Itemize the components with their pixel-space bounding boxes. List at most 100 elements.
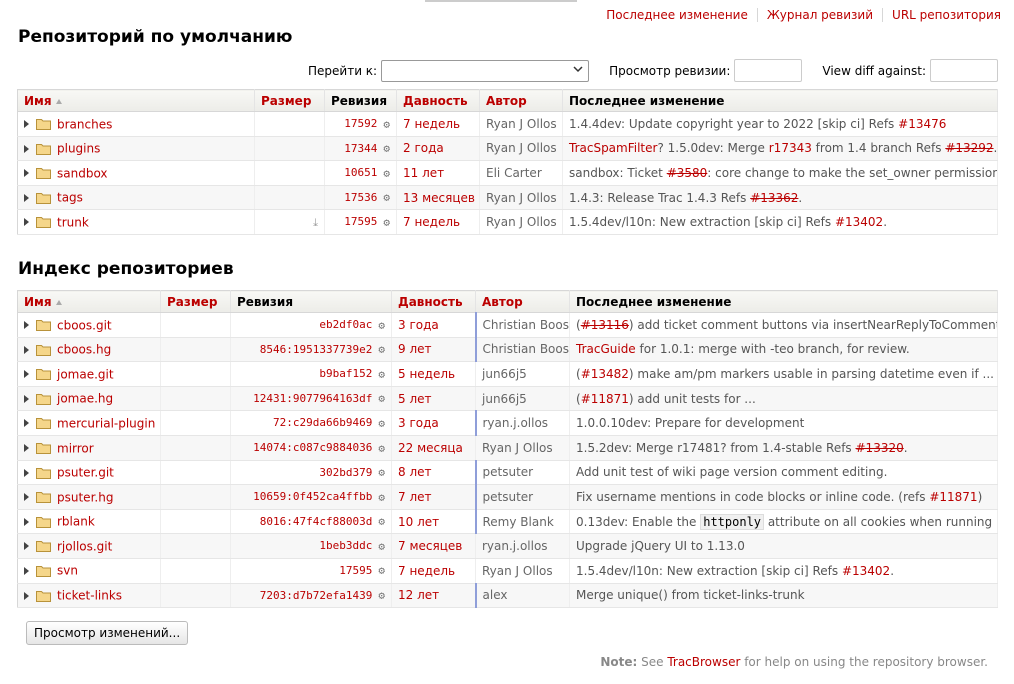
change-link[interactable]: TracSpamFilter: [569, 141, 657, 155]
col-age[interactable]: Давность: [391, 290, 476, 313]
entry-link[interactable]: rjollos.git: [57, 539, 112, 553]
entry-link[interactable]: mirror: [57, 441, 94, 455]
col-author[interactable]: Автор: [475, 290, 570, 313]
age-link[interactable]: 5 недель: [398, 367, 455, 381]
change-link[interactable]: #13476: [898, 117, 946, 131]
age-link[interactable]: 7 недель: [398, 564, 455, 578]
revision-link[interactable]: 8546:1951337739e2: [260, 343, 373, 356]
nav-revision-log[interactable]: Журнал ревизий: [756, 8, 882, 22]
revision-link[interactable]: 17344: [344, 142, 377, 155]
change-link[interactable]: #13320: [856, 441, 904, 455]
view-revision-input[interactable]: [734, 59, 803, 82]
age-link[interactable]: 13 месяцев: [403, 191, 475, 205]
expand-triangle-icon[interactable]: [24, 517, 29, 526]
revision-link[interactable]: 17595: [344, 215, 377, 228]
revision-link[interactable]: 1beb3ddc: [319, 539, 372, 552]
entry-link[interactable]: psuter.git: [57, 466, 114, 480]
download-icon[interactable]: ⤓: [313, 216, 318, 229]
entry-link[interactable]: cboos.git: [57, 318, 112, 332]
col-size[interactable]: Размер: [160, 290, 231, 313]
age-link[interactable]: 3 года: [398, 318, 439, 332]
tracbrowser-link[interactable]: TracBrowser: [667, 655, 740, 669]
change-link[interactable]: #13482: [581, 367, 629, 381]
gear-icon[interactable]: ⚙: [378, 442, 385, 455]
age-link[interactable]: 5 лет: [398, 392, 432, 406]
revision-link[interactable]: 72:c29da66b9469: [273, 416, 372, 429]
expand-triangle-icon[interactable]: [24, 566, 29, 575]
age-link[interactable]: 7 лет: [398, 490, 432, 504]
revision-link[interactable]: 7203:d7b72efa1439: [260, 589, 373, 602]
expand-triangle-icon[interactable]: [24, 193, 29, 202]
age-link[interactable]: 3 года: [398, 416, 439, 430]
age-link[interactable]: 7 недель: [403, 117, 460, 131]
age-link[interactable]: 10 лет: [398, 515, 439, 529]
entry-link[interactable]: trunk: [57, 215, 89, 229]
change-link[interactable]: #13402: [842, 564, 890, 578]
gear-icon[interactable]: ⚙: [383, 167, 390, 180]
expand-triangle-icon[interactable]: [24, 493, 29, 502]
col-age[interactable]: Давность: [396, 89, 480, 112]
expand-triangle-icon[interactable]: [24, 345, 29, 354]
gear-icon[interactable]: ⚙: [383, 142, 390, 155]
change-link[interactable]: #13362: [750, 191, 798, 205]
gear-icon[interactable]: ⚙: [378, 540, 385, 553]
entry-link[interactable]: rblank: [57, 515, 95, 529]
revision-link[interactable]: 12431:9077964163df: [253, 392, 372, 405]
gear-icon[interactable]: ⚙: [378, 319, 385, 332]
goto-select[interactable]: [381, 59, 590, 82]
nav-last-change[interactable]: Последнее изменение: [597, 8, 757, 22]
gear-icon[interactable]: ⚙: [383, 191, 390, 204]
age-link[interactable]: 7 месяцев: [398, 539, 462, 553]
change-link[interactable]: TracGuide: [576, 342, 636, 356]
expand-triangle-icon[interactable]: [24, 591, 29, 600]
gear-icon[interactable]: ⚙: [378, 466, 385, 479]
col-name[interactable]: Имя: [17, 89, 255, 112]
entry-link[interactable]: ticket-links: [57, 589, 122, 603]
entry-link[interactable]: cboos.hg: [57, 343, 111, 357]
revision-link[interactable]: eb2df0ac: [319, 318, 372, 331]
gear-icon[interactable]: ⚙: [383, 118, 390, 131]
expand-triangle-icon[interactable]: [24, 468, 29, 477]
age-link[interactable]: 8 лет: [398, 465, 432, 479]
change-link[interactable]: #13402: [835, 215, 883, 229]
revision-link[interactable]: 14074:c087c9884036: [253, 441, 372, 454]
revision-link[interactable]: b9baf152: [319, 367, 372, 380]
entry-link[interactable]: sandbox: [57, 166, 108, 180]
age-link[interactable]: 7 недель: [403, 215, 460, 229]
view-changes-button[interactable]: Просмотр изменений...: [26, 621, 189, 645]
col-name[interactable]: Имя: [17, 290, 161, 313]
revision-link[interactable]: 302bd379: [319, 466, 372, 479]
entry-link[interactable]: svn: [57, 564, 78, 578]
gear-icon[interactable]: ⚙: [378, 417, 385, 430]
nav-repository-url[interactable]: URL репозитория: [882, 8, 1001, 22]
expand-triangle-icon[interactable]: [24, 542, 29, 551]
expand-triangle-icon[interactable]: [24, 321, 29, 330]
age-link[interactable]: 22 месяца: [398, 441, 463, 455]
revision-link[interactable]: 8016:47f4cf88003d: [260, 515, 373, 528]
gear-icon[interactable]: ⚙: [378, 564, 385, 577]
gear-icon[interactable]: ⚙: [378, 343, 385, 356]
revision-link[interactable]: 10651: [344, 166, 377, 179]
revision-link[interactable]: 17595: [339, 564, 372, 577]
revision-link[interactable]: 10659:0f452ca4ffbb: [253, 490, 372, 503]
expand-triangle-icon[interactable]: [24, 144, 29, 153]
age-link[interactable]: 2 года: [403, 141, 444, 155]
expand-triangle-icon[interactable]: [24, 370, 29, 379]
gear-icon[interactable]: ⚙: [383, 216, 390, 229]
change-link[interactable]: #13292: [945, 141, 993, 155]
change-link[interactable]: #13116: [581, 318, 629, 332]
gear-icon[interactable]: ⚙: [378, 515, 385, 528]
gear-icon[interactable]: ⚙: [378, 392, 385, 405]
gear-icon[interactable]: ⚙: [378, 589, 385, 602]
entry-link[interactable]: tags: [57, 191, 83, 205]
change-link[interactable]: #11871: [929, 490, 977, 504]
expand-triangle-icon[interactable]: [24, 120, 29, 129]
entry-link[interactable]: jomae.git: [57, 367, 114, 381]
gear-icon[interactable]: ⚙: [378, 368, 385, 381]
age-link[interactable]: 12 лет: [398, 588, 439, 602]
revision-link[interactable]: 17592: [344, 117, 377, 130]
expand-triangle-icon[interactable]: [24, 419, 29, 428]
expand-triangle-icon[interactable]: [24, 394, 29, 403]
entry-link[interactable]: plugins: [57, 142, 100, 156]
revision-link[interactable]: 17536: [344, 191, 377, 204]
